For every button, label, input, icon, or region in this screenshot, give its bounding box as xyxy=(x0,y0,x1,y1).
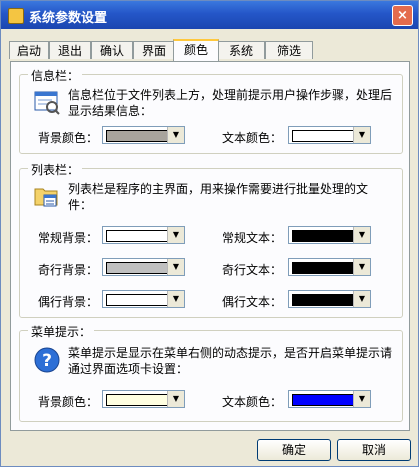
chevron-down-icon[interactable]: ▼ xyxy=(167,259,184,275)
close-button[interactable]: × xyxy=(392,5,413,26)
odd-bg-label: 奇行背景： xyxy=(38,263,99,277)
cancel-button[interactable]: 取消 xyxy=(337,439,411,461)
chevron-down-icon[interactable]: ▼ xyxy=(167,391,184,407)
menu-text-color-select[interactable]: ▼ xyxy=(288,390,371,408)
normal-text-color-select[interactable]: ▼ xyxy=(288,226,371,244)
odd-text-label: 奇行文本： xyxy=(222,263,283,277)
info-text-swatch xyxy=(292,130,354,142)
tab-filter[interactable]: 筛选 xyxy=(265,41,313,59)
info-text-label: 文本颜色： xyxy=(222,131,283,145)
chevron-down-icon[interactable]: ▼ xyxy=(167,127,184,143)
odd-bg-color-select[interactable]: ▼ xyxy=(102,258,185,276)
list-bar-legend: 列表栏： xyxy=(28,161,83,178)
chevron-down-icon[interactable]: ▼ xyxy=(167,227,184,243)
chevron-down-icon[interactable]: ▼ xyxy=(353,227,370,243)
menu-text-swatch xyxy=(292,394,354,406)
menu-tip-description: 菜单提示是显示在菜单右侧的动态提示，是否开启菜单提示请通过界面选项卡设置： xyxy=(68,346,393,376)
list-bar-group: 列表栏： 列表栏是程序的主界面，用来操作需要进行批量处理的文件： 常规背景： ▼… xyxy=(19,161,403,318)
info-bar-description: 信息栏位于文件列表上方，处理前提示用户操作步骤，处理后显示结果信息： xyxy=(68,88,393,118)
chevron-down-icon[interactable]: ▼ xyxy=(353,259,370,275)
info-bar-legend: 信息栏： xyxy=(28,67,83,84)
tab-startup[interactable]: 启动 xyxy=(9,41,49,59)
menu-text-label: 文本颜色： xyxy=(222,395,283,409)
even-text-color-select[interactable]: ▼ xyxy=(288,290,371,308)
window-title: 系统参数设置 xyxy=(29,11,108,26)
ok-button[interactable]: 确定 xyxy=(257,439,331,461)
help-icon: ? xyxy=(34,347,60,376)
tab-color[interactable]: 颜色 xyxy=(173,39,219,61)
menu-bg-label: 背景颜色： xyxy=(38,395,99,409)
normal-bg-label: 常规背景： xyxy=(38,231,99,245)
even-bg-color-select[interactable]: ▼ xyxy=(102,290,185,308)
chevron-down-icon[interactable]: ▼ xyxy=(353,127,370,143)
list-bar-description: 列表栏是程序的主界面，用来操作需要进行批量处理的文件： xyxy=(68,182,369,212)
tab-interface[interactable]: 界面 xyxy=(133,41,175,59)
odd-bg-swatch xyxy=(106,262,168,274)
info-bg-label: 背景颜色： xyxy=(38,131,99,145)
chevron-down-icon[interactable]: ▼ xyxy=(353,291,370,307)
folder-calendar-icon xyxy=(34,183,60,212)
even-bg-swatch xyxy=(106,294,168,306)
chevron-down-icon[interactable]: ▼ xyxy=(353,391,370,407)
normal-text-label: 常规文本： xyxy=(222,231,283,245)
menu-tip-group: 菜单提示： ? 菜单提示是显示在菜单右侧的动态提示，是否开启菜单提示请通过界面选… xyxy=(19,323,403,422)
settings-window: 系统参数设置 × 启动 退出 确认 界面 颜色 系统 筛选 信息栏： 信息栏位于… xyxy=(0,0,419,467)
tab-system[interactable]: 系统 xyxy=(217,41,265,59)
color-tab-panel: 信息栏： 信息栏位于文件列表上方，处理前提示用户操作步骤，处理后显示结果信息： … xyxy=(10,61,410,431)
normal-bg-color-select[interactable]: ▼ xyxy=(102,226,185,244)
even-text-label: 偶行文本： xyxy=(222,295,283,309)
info-bar-group: 信息栏： 信息栏位于文件列表上方，处理前提示用户操作步骤，处理后显示结果信息： … xyxy=(19,67,403,154)
info-bg-color-select[interactable]: ▼ xyxy=(102,126,185,144)
even-bg-label: 偶行背景： xyxy=(38,295,99,309)
tab-exit[interactable]: 退出 xyxy=(49,41,91,59)
normal-bg-swatch xyxy=(106,230,168,242)
app-icon xyxy=(8,8,24,24)
svg-text:?: ? xyxy=(42,351,52,371)
tab-confirm[interactable]: 确认 xyxy=(91,41,133,59)
even-text-swatch xyxy=(292,294,354,306)
menu-tip-legend: 菜单提示： xyxy=(28,323,95,340)
odd-text-swatch xyxy=(292,262,354,274)
chevron-down-icon[interactable]: ▼ xyxy=(167,291,184,307)
info-text-color-select[interactable]: ▼ xyxy=(288,126,371,144)
title-bar: 系统参数设置 × xyxy=(1,1,418,29)
menu-bg-swatch xyxy=(106,394,168,406)
normal-text-swatch xyxy=(292,230,354,242)
menu-bg-color-select[interactable]: ▼ xyxy=(102,390,185,408)
info-bg-swatch xyxy=(106,130,168,142)
info-window-icon xyxy=(34,89,60,118)
odd-text-color-select[interactable]: ▼ xyxy=(288,258,371,276)
